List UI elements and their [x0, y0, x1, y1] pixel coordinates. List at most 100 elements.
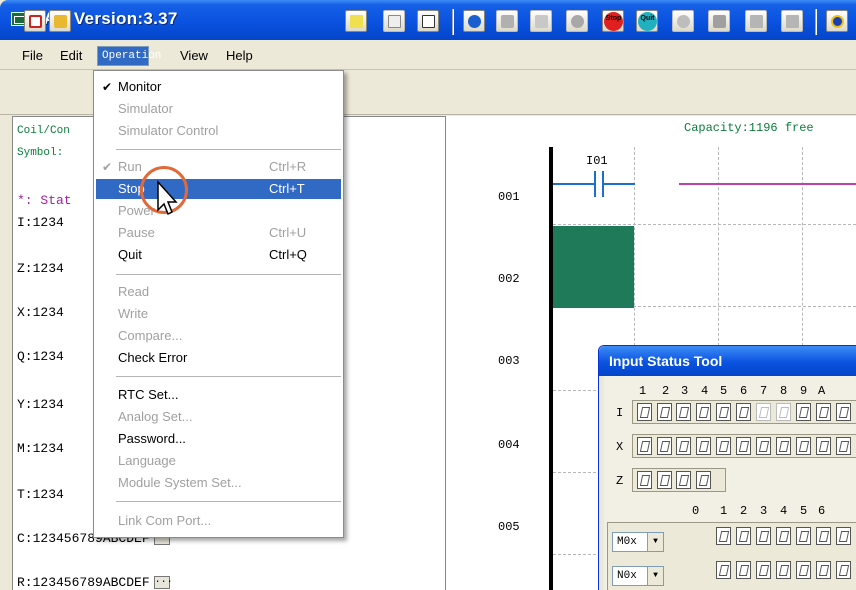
monitor-run-icon[interactable] — [463, 10, 485, 32]
n-select-value: N0x — [617, 570, 637, 582]
input-bit[interactable] — [716, 527, 731, 545]
row-number: 003 — [498, 354, 520, 368]
input-status-titlebar[interactable]: Input Status Tool — [599, 346, 856, 376]
input-bit[interactable] — [776, 527, 791, 545]
col-header: 7 — [760, 384, 768, 398]
input-bit[interactable] — [637, 437, 652, 455]
input-bit[interactable] — [836, 437, 851, 455]
input-bit[interactable] — [716, 437, 731, 455]
capacity-label: Capacity:1196 free — [684, 121, 814, 135]
input-bit[interactable] — [796, 437, 811, 455]
input-bit[interactable] — [676, 471, 691, 489]
input-bit[interactable] — [637, 403, 652, 421]
input-bit[interactable] — [696, 437, 711, 455]
menu-item-simulator-control: Simulator Control — [96, 121, 341, 141]
menu-item-compare: Compare... — [96, 326, 341, 346]
menu-file[interactable]: File — [18, 46, 47, 66]
menu-item-monitor[interactable]: ✔ Monitor — [96, 77, 341, 97]
input-bit[interactable] — [756, 437, 771, 455]
chevron-down-icon[interactable]: ▼ — [647, 567, 663, 585]
sub-col-header: 2 — [740, 504, 748, 518]
input-bit[interactable] — [696, 471, 711, 489]
col-header: A — [818, 384, 826, 398]
function-icon[interactable] — [417, 10, 439, 32]
io-icon[interactable] — [345, 10, 367, 32]
selected-cell-block[interactable] — [553, 226, 634, 308]
row-number: 004 — [498, 438, 520, 452]
input-bit[interactable] — [836, 403, 851, 421]
input-bit[interactable] — [756, 527, 771, 545]
menu-item-label: Check Error — [118, 350, 188, 365]
input-bit[interactable] — [836, 561, 851, 579]
more-button-r[interactable]: ... — [153, 576, 173, 590]
input-bit[interactable] — [736, 437, 751, 455]
input-bit[interactable] — [716, 403, 731, 421]
input-bit[interactable] — [776, 437, 791, 455]
menu-edit[interactable]: Edit — [56, 46, 86, 66]
quit-icon[interactable]: Quit — [636, 10, 658, 32]
input-bit[interactable] — [836, 527, 851, 545]
input-bit[interactable] — [756, 403, 771, 421]
input-bit[interactable] — [676, 403, 691, 421]
input-bit[interactable] — [776, 403, 791, 421]
input-bit[interactable] — [816, 527, 831, 545]
input-bit[interactable] — [816, 437, 831, 455]
input-bit[interactable] — [796, 527, 811, 545]
menu-help[interactable]: Help — [222, 46, 257, 66]
circle-icon[interactable] — [672, 10, 694, 32]
input-bit[interactable] — [796, 561, 811, 579]
input-bit[interactable] — [736, 403, 751, 421]
mouse-pointer-icon — [157, 180, 178, 216]
input-status-tool-window[interactable]: Input Status Tool 1 2 3 4 5 6 7 8 9 A I — [598, 345, 856, 590]
page-icon[interactable] — [745, 10, 767, 32]
input-bit[interactable] — [816, 403, 831, 421]
window-icon[interactable] — [383, 10, 405, 32]
stop-icon[interactable]: Stop — [602, 10, 624, 32]
menu-item-module-system-set: Module System Set... — [96, 473, 341, 493]
input-bit[interactable] — [637, 471, 652, 489]
input-bit[interactable] — [776, 561, 791, 579]
lad-window: LAD Version:3.37 File Edit Operation Vie… — [0, 0, 856, 590]
pen-icon[interactable] — [708, 10, 730, 32]
input-bit[interactable] — [676, 437, 691, 455]
menu-item-check-error[interactable]: Check Error — [96, 348, 341, 368]
coil-label: Coil/Con — [17, 125, 70, 137]
chevron-down-icon[interactable]: ▼ — [647, 533, 663, 551]
menu-separator — [116, 501, 341, 503]
input-bit[interactable] — [657, 403, 672, 421]
menu-view[interactable]: View — [176, 46, 212, 66]
input-bit[interactable] — [756, 561, 771, 579]
sub-col-header: 6 — [818, 504, 826, 518]
menu-item-shortcut: Ctrl+R — [269, 159, 307, 174]
menu-operation[interactable]: Operation — [97, 46, 161, 66]
new-file-icon[interactable] — [24, 10, 46, 32]
menu-item-label: RTC Set... — [118, 387, 179, 402]
input-bit[interactable] — [796, 403, 811, 421]
menu-item-label: Run — [118, 159, 142, 174]
checkmark-icon: ✔ — [102, 80, 113, 94]
menu-item-run: ✔ Run Ctrl+R — [96, 157, 341, 177]
help-icon[interactable] — [826, 10, 848, 32]
open-folder-icon[interactable] — [49, 10, 71, 32]
input-bit[interactable] — [736, 527, 751, 545]
menu-item-stop[interactable]: Stop Ctrl+T — [96, 179, 341, 199]
page2-icon[interactable] — [781, 10, 803, 32]
menu-item-rtc-set[interactable]: RTC Set... — [96, 385, 341, 405]
col-header: 9 — [800, 384, 808, 398]
m-select[interactable]: M0x ▼ — [612, 532, 664, 552]
input-bit[interactable] — [736, 561, 751, 579]
menu-item-quit[interactable]: Quit Ctrl+Q — [96, 245, 341, 265]
stop-grey-icon[interactable] — [496, 10, 518, 32]
input-bit[interactable] — [696, 403, 711, 421]
tools-icon[interactable] — [530, 10, 552, 32]
input-bit[interactable] — [657, 437, 672, 455]
n-select[interactable]: N0x ▼ — [612, 566, 664, 586]
menu-item-password[interactable]: Password... — [96, 429, 341, 449]
status-row-z: Z:1234 — [17, 261, 64, 276]
row-label-z: Z — [616, 474, 624, 488]
menu-separator — [116, 376, 341, 378]
input-bit[interactable] — [716, 561, 731, 579]
disk-icon[interactable] — [566, 10, 588, 32]
input-bit[interactable] — [657, 471, 672, 489]
input-bit[interactable] — [816, 561, 831, 579]
